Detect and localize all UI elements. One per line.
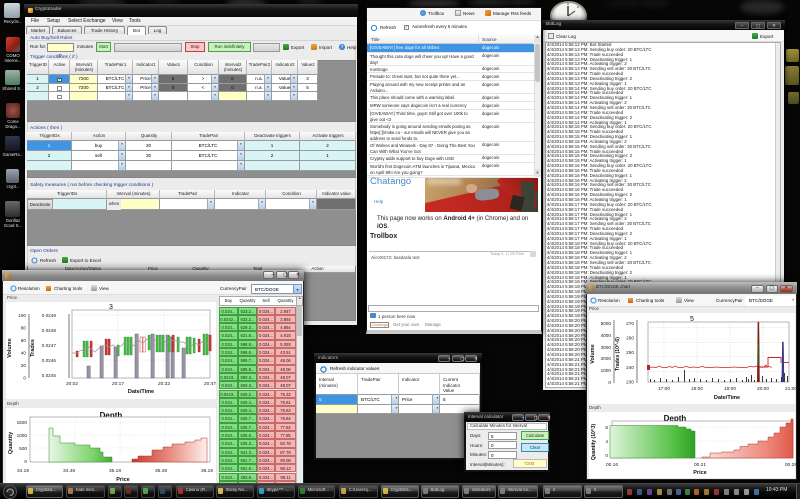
svg-text:20:32: 20:32 [158, 381, 170, 387]
svg-text:00.28: 00.28 [785, 462, 796, 468]
svg-text:4: 4 [605, 439, 608, 444]
svg-text:80: 80 [21, 326, 27, 331]
svg-text:260: 260 [626, 336, 634, 341]
svg-text:0.0248: 0.0248 [42, 328, 57, 333]
svg-text:0.0246: 0.0246 [42, 358, 57, 363]
svg-text:0: 0 [24, 459, 27, 464]
svg-text:250: 250 [626, 350, 634, 355]
svg-text:17:00: 17:00 [658, 386, 670, 392]
svg-text:40: 40 [21, 351, 27, 356]
svg-text:0: 0 [605, 453, 608, 458]
svg-text:500: 500 [19, 446, 27, 451]
svg-text:0: 0 [23, 376, 26, 381]
svg-text:35.18: 35.18 [109, 468, 121, 474]
svg-text:20:17: 20:17 [112, 381, 124, 387]
svg-text:20:47: 20:47 [204, 381, 216, 387]
svg-text:0.0245: 0.0245 [42, 373, 57, 378]
svg-text:Trades: Trades [30, 339, 36, 357]
svg-text:0.0247: 0.0247 [42, 343, 57, 348]
svg-text:Volume: Volume [7, 338, 13, 357]
svg-text:18:00: 18:00 [691, 386, 703, 392]
svg-text:36.18: 36.18 [201, 468, 213, 474]
svg-text:3000: 3000 [601, 345, 612, 350]
svg-text:Price: Price [693, 470, 706, 476]
svg-text:0: 0 [608, 380, 611, 385]
svg-text:34.48: 34.48 [63, 468, 75, 474]
svg-text:2000: 2000 [601, 356, 612, 361]
svg-text:Quantity: Quantity [8, 431, 14, 454]
svg-text:Trades (10^-6): Trades (10^-6) [615, 337, 621, 371]
svg-text:19:00: 19:00 [724, 386, 736, 392]
svg-text:Quantity (10^3): Quantity (10^3) [591, 424, 597, 461]
svg-text:00.21: 00.21 [694, 462, 706, 468]
svg-text:Date/Time: Date/Time [714, 395, 740, 401]
svg-text:230: 230 [626, 379, 634, 384]
svg-text:1000: 1000 [601, 368, 612, 373]
svg-text:270: 270 [626, 321, 634, 326]
svg-text:8: 8 [605, 425, 608, 430]
svg-text:60: 60 [21, 338, 27, 343]
svg-text:Volume: Volume [590, 344, 596, 363]
svg-text:20:00: 20:00 [757, 386, 769, 392]
svg-text:21:00: 21:00 [785, 386, 796, 392]
svg-text:35.48: 35.48 [155, 468, 167, 474]
svg-text:240: 240 [626, 365, 634, 370]
svg-text:1500: 1500 [17, 420, 28, 425]
svg-text:1000: 1000 [17, 433, 28, 438]
svg-text:Date/Time: Date/Time [128, 389, 154, 395]
svg-text:20: 20 [21, 363, 27, 368]
svg-text:34.18: 34.18 [17, 468, 29, 474]
svg-text:5000: 5000 [601, 321, 612, 326]
svg-text:00.16: 00.16 [606, 462, 618, 468]
svg-text:0.0249: 0.0249 [42, 313, 57, 318]
svg-text:4000: 4000 [601, 333, 612, 338]
svg-text:100: 100 [18, 313, 26, 318]
svg-text:20:02: 20:02 [66, 381, 78, 387]
